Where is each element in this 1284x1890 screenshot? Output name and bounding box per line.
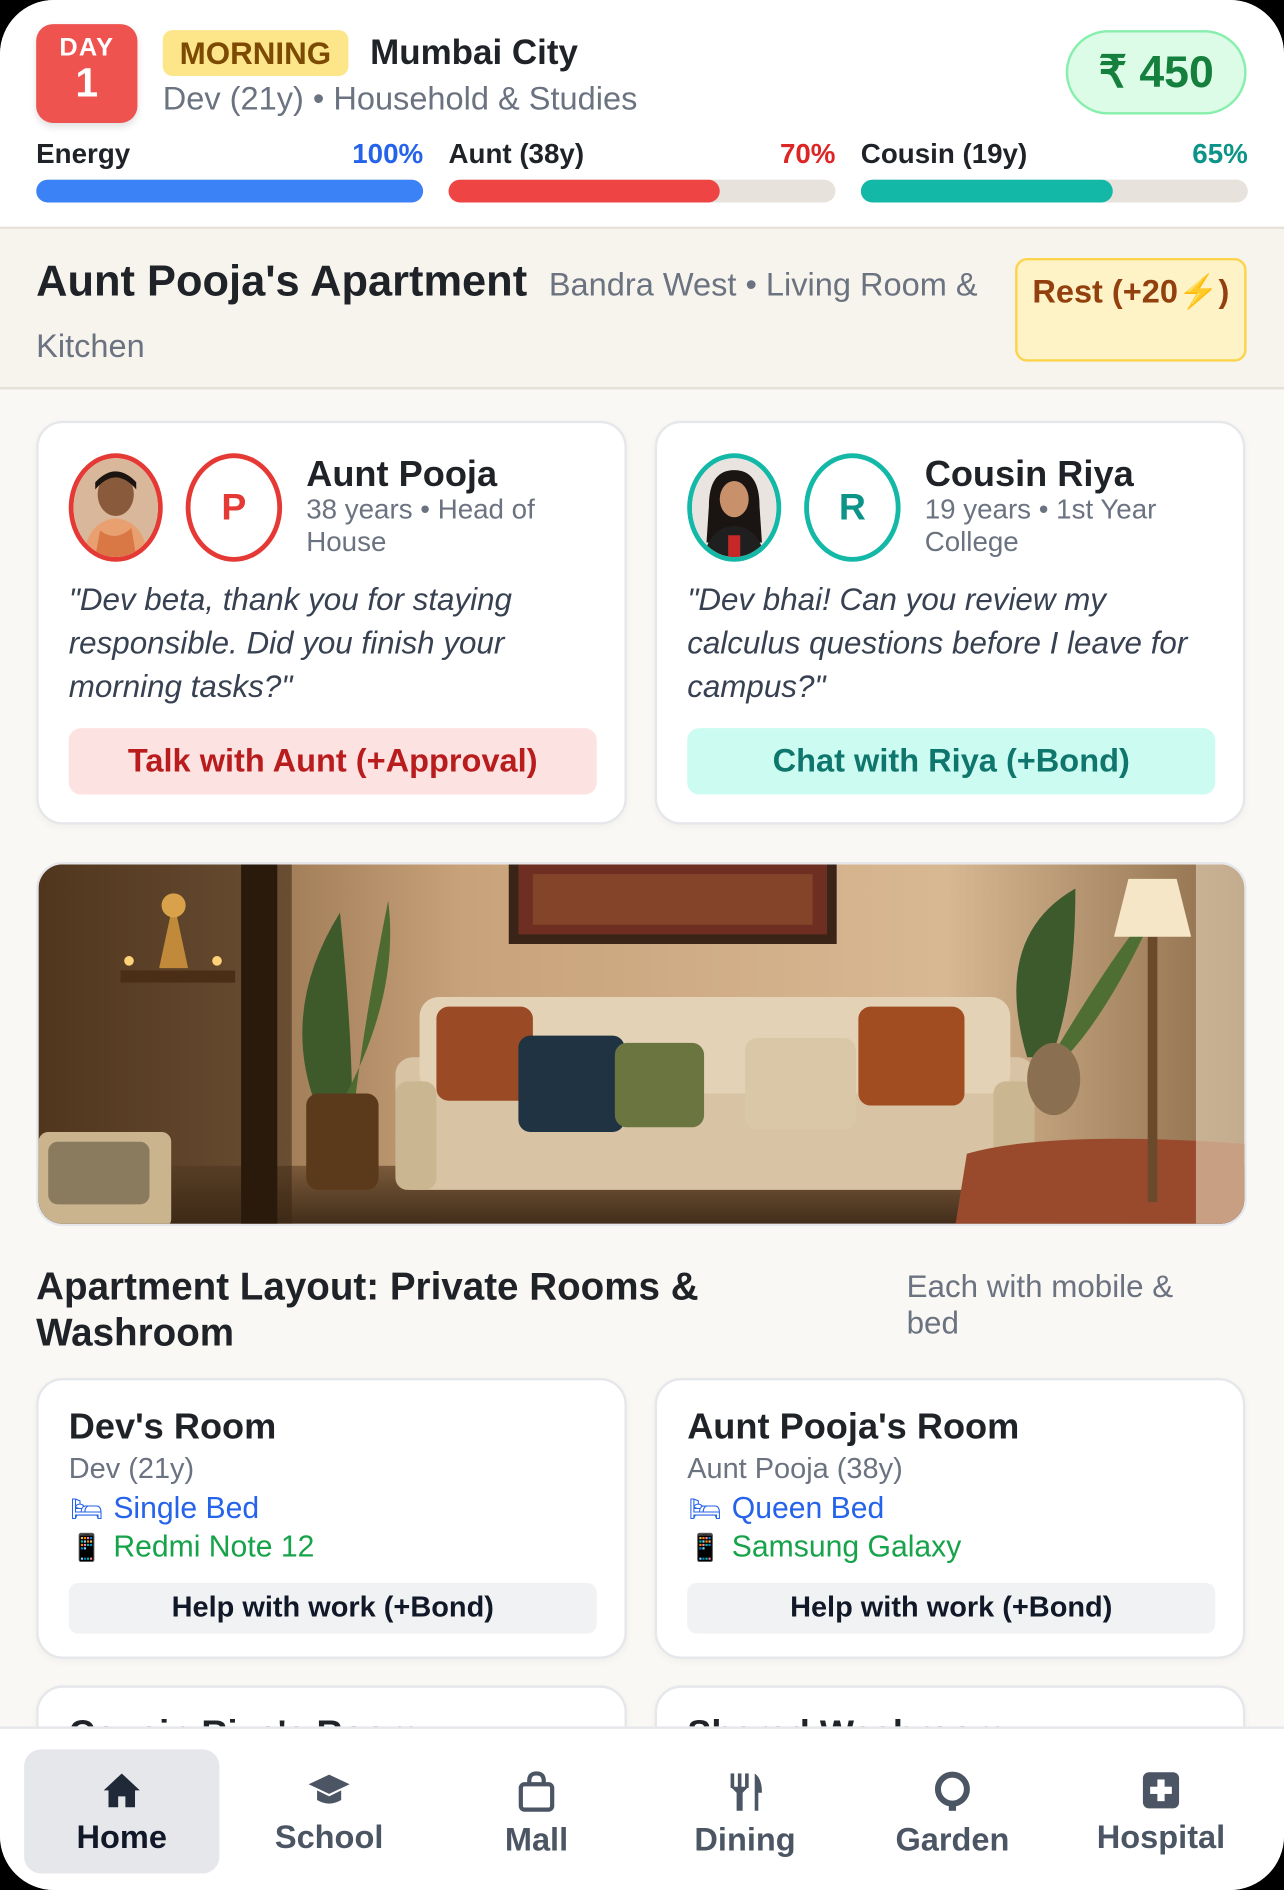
aunt-stat: Aunt (38y) 70% bbox=[448, 137, 836, 203]
rest-button[interactable]: Rest (+20⚡) bbox=[1015, 257, 1247, 362]
help-with-work-button[interactable]: Help with work (+Bond) bbox=[687, 1582, 1216, 1634]
room-phone: 📱 Redmi Note 12 bbox=[69, 1529, 315, 1565]
character-card-aunt: P Aunt Pooja 38 years • Head of House "D… bbox=[36, 420, 627, 825]
aunt-portrait-image bbox=[73, 458, 158, 557]
nav-label: Dining bbox=[694, 1821, 796, 1858]
room-phone: 📱 Samsung Galaxy bbox=[687, 1529, 962, 1565]
character-quote: "Dev beta, thank you for staying respons… bbox=[68, 581, 512, 705]
nav-garden[interactable]: Garden bbox=[855, 1749, 1050, 1873]
room-bed: 🛏 Queen Bed bbox=[687, 1491, 884, 1526]
living-room-image bbox=[36, 862, 1247, 1227]
help-with-work-button[interactable]: Help with work (+Bond) bbox=[68, 1582, 597, 1634]
character-meta: 38 years • Head of House bbox=[306, 493, 535, 557]
avatar-initial-badge: R bbox=[804, 453, 901, 562]
layout-section-title: Apartment Layout: Private Rooms & Washro… bbox=[36, 1264, 699, 1354]
character-card-cousin: R Cousin Riya 19 years • 1st Year Colleg… bbox=[654, 420, 1246, 825]
phone-label: Samsung Galaxy bbox=[731, 1529, 962, 1564]
nav-label: Hospital bbox=[1096, 1819, 1226, 1856]
nav-label: Garden bbox=[895, 1821, 1010, 1858]
bed-icon: 🛏 bbox=[688, 1493, 723, 1524]
character-name: Aunt Pooja bbox=[306, 454, 498, 495]
room-name: Aunt Pooja's Room bbox=[687, 1406, 1020, 1447]
hospital-icon bbox=[1142, 1772, 1180, 1809]
nav-label: Mall bbox=[504, 1821, 569, 1858]
phone-label: Redmi Note 12 bbox=[113, 1529, 315, 1564]
nav-hospital[interactable]: Hospital bbox=[1063, 1749, 1258, 1873]
location-title: Aunt Pooja's Apartment bbox=[36, 255, 528, 306]
nav-school[interactable]: School bbox=[231, 1749, 426, 1873]
shopping-bag-icon bbox=[518, 1771, 555, 1812]
city-name: Mumbai City bbox=[370, 33, 578, 73]
app-screen: DAY 1 MORNING Mumbai City Dev (21y) • Ho… bbox=[0, 0, 1284, 1890]
room-card-aunt: Aunt Pooja's Room Aunt Pooja (38y) 🛏 Que… bbox=[654, 1378, 1246, 1659]
chat-with-riya-button[interactable]: Chat with Riya (+Bond) bbox=[687, 728, 1216, 795]
room-owner: Dev (21y) bbox=[68, 1452, 195, 1486]
avatar-initial-badge: P bbox=[185, 453, 283, 562]
utensils-icon bbox=[730, 1773, 762, 1811]
room-bed: 🛏 Single Bed bbox=[69, 1491, 259, 1526]
energy-stat: Energy 100% bbox=[36, 137, 424, 203]
cousin-bar bbox=[860, 179, 1248, 203]
layout-section-note: Each with mobile & bed bbox=[906, 1268, 1174, 1341]
energy-bar-fill bbox=[36, 179, 424, 203]
time-of-day-badge: MORNING bbox=[162, 30, 349, 76]
home-icon bbox=[103, 1773, 140, 1808]
day-badge: DAY 1 bbox=[36, 24, 138, 123]
aunt-bar bbox=[448, 179, 836, 203]
cousin-portrait-image bbox=[692, 458, 777, 557]
character-quote: "Dev bhai! Can you review my calculus qu… bbox=[687, 581, 1188, 705]
cousin-stat: Cousin (19y) 65% bbox=[860, 137, 1248, 203]
avatar[interactable] bbox=[68, 453, 163, 562]
mobile-phone-icon: 📱 bbox=[70, 1531, 104, 1562]
energy-bar bbox=[36, 179, 424, 203]
stat-value: 65% bbox=[1192, 137, 1248, 169]
stat-label: Aunt (38y) bbox=[448, 137, 585, 169]
money-badge: ₹ 450 bbox=[1065, 30, 1247, 115]
character-meta: 19 years • 1st Year College bbox=[924, 493, 1157, 557]
nav-dining[interactable]: Dining bbox=[647, 1749, 842, 1873]
stat-label: Energy bbox=[36, 137, 131, 169]
nav-label: Home bbox=[76, 1819, 167, 1856]
room-name: Dev's Room bbox=[68, 1406, 277, 1447]
nav-label: School bbox=[274, 1819, 384, 1856]
aunt-bar-fill bbox=[448, 179, 720, 203]
stat-value: 70% bbox=[779, 137, 836, 169]
graduation-cap-icon bbox=[308, 1774, 350, 1804]
nav-home[interactable]: Home bbox=[24, 1749, 220, 1874]
bed-label: Single Bed bbox=[113, 1491, 260, 1526]
mobile-phone-icon: 📱 bbox=[688, 1531, 722, 1562]
bottom-navigation: Home School Mall Dining Garden Hospital bbox=[0, 1726, 1284, 1890]
bed-icon: 🛏 bbox=[69, 1493, 104, 1524]
room-owner: Aunt Pooja (38y) bbox=[687, 1452, 903, 1486]
talk-with-aunt-button[interactable]: Talk with Aunt (+Approval) bbox=[68, 728, 597, 795]
cousin-bar-fill bbox=[860, 179, 1113, 203]
stat-value: 100% bbox=[352, 137, 424, 169]
character-name: Cousin Riya bbox=[924, 454, 1134, 495]
day-number: 1 bbox=[75, 60, 99, 107]
living-room-illustration bbox=[38, 864, 1245, 1224]
garden-icon bbox=[934, 1771, 970, 1811]
avatar[interactable] bbox=[687, 453, 782, 562]
stat-label: Cousin (19y) bbox=[860, 137, 1028, 169]
day-label: DAY bbox=[59, 33, 115, 62]
player-subtitle: Dev (21y) • Household & Studies bbox=[162, 80, 638, 117]
room-card-dev: Dev's Room Dev (21y) 🛏 Single Bed 📱 Redm… bbox=[36, 1378, 627, 1659]
status-header: DAY 1 MORNING Mumbai City Dev (21y) • Ho… bbox=[0, 0, 1284, 230]
location-banner: Aunt Pooja's Apartment Bandra West • Livi… bbox=[0, 229, 1284, 390]
nav-mall[interactable]: Mall bbox=[439, 1749, 634, 1873]
bed-label: Queen Bed bbox=[731, 1491, 885, 1526]
